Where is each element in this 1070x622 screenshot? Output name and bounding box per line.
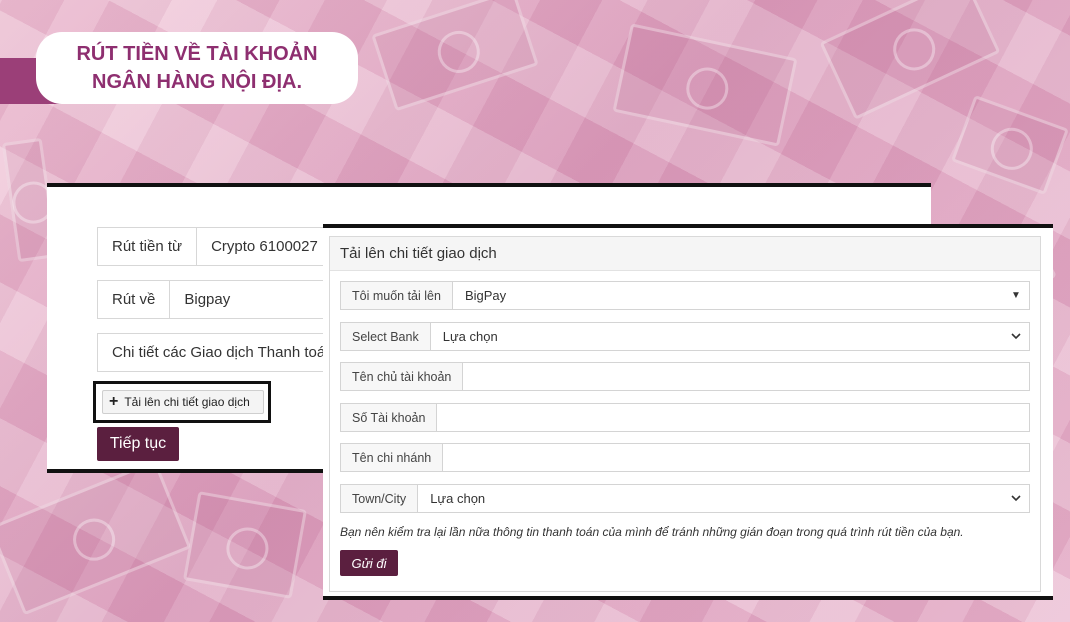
branch-field: Tên chi nhánh [340, 443, 1030, 472]
branch-input[interactable] [443, 444, 1029, 471]
account-number-label: Số Tài khoản [341, 404, 438, 431]
branch-label: Tên chi nhánh [341, 444, 444, 471]
chevron-down-icon [1003, 485, 1029, 512]
banner-title-line-1: RÚT TIỀN VỀ TÀI KHOẢN [76, 43, 318, 65]
bank-select[interactable]: Select Bank Lựa chọn [340, 322, 1030, 351]
account-number-input[interactable] [437, 404, 1029, 431]
upload-details-card: Tải lên chi tiết giao dịch Tôi muốn tải … [329, 236, 1041, 592]
continue-button[interactable]: Tiếp tục [97, 427, 179, 461]
plus-icon: + [109, 393, 119, 410]
caret-down-icon: ▼ [1011, 290, 1021, 301]
withdraw-from-value[interactable]: Crypto 6100027 [197, 228, 332, 265]
upload-highlight: + Tải lên chi tiết giao dịch [93, 381, 271, 423]
withdraw-from-label: Rút tiền từ [98, 228, 198, 265]
withdraw-from-field: Rút tiền từ Crypto 6100027 [97, 227, 357, 266]
town-label: Town/City [341, 485, 419, 512]
upload-details-modal: Tải lên chi tiết giao dịch Tôi muốn tải … [323, 224, 1053, 600]
upload-details-button[interactable]: + Tải lên chi tiết giao dịch [102, 390, 264, 414]
bank-label: Select Bank [341, 323, 431, 350]
upload-method-label: Tôi muốn tải lên [341, 282, 453, 309]
withdraw-to-value[interactable]: Bigpay [170, 281, 244, 318]
bank-value: Lựa chọn [442, 329, 498, 344]
title-banner: RÚT TIỀN VỀ TÀI KHOẢN NGÂN HÀNG NỘI ĐỊA. [36, 32, 358, 104]
payment-details-field: Chi tiết các Giao dịch Thanh toán [97, 333, 357, 372]
upload-details-label: Tải lên chi tiết giao dịch [124, 395, 250, 409]
account-holder-label: Tên chủ tài khoản [341, 363, 464, 390]
banner-title-line-2: NGÂN HÀNG NỘI ĐỊA. [92, 71, 302, 93]
withdraw-to-label: Rút về [98, 281, 171, 318]
modal-title: Tải lên chi tiết giao dịch [330, 237, 1040, 271]
town-value: Lựa chọn [430, 491, 486, 506]
upload-method-select[interactable]: Tôi muốn tải lên BigPay ▼ [340, 281, 1030, 310]
warning-note: Bạn nên kiểm tra lại lần nữa thông tin t… [340, 525, 964, 539]
chevron-down-icon [1003, 323, 1029, 350]
withdraw-to-field: Rút về Bigpay [97, 280, 357, 319]
submit-button[interactable]: Gửi đi [340, 550, 398, 576]
account-holder-input[interactable] [463, 363, 1029, 390]
account-number-field: Số Tài khoản [340, 403, 1030, 432]
upload-method-value: BigPay [464, 288, 507, 303]
payment-details-label: Chi tiết các Giao dịch Thanh toán [112, 344, 334, 361]
town-select[interactable]: Town/City Lựa chọn [340, 484, 1030, 513]
account-holder-field: Tên chủ tài khoản [340, 362, 1030, 391]
